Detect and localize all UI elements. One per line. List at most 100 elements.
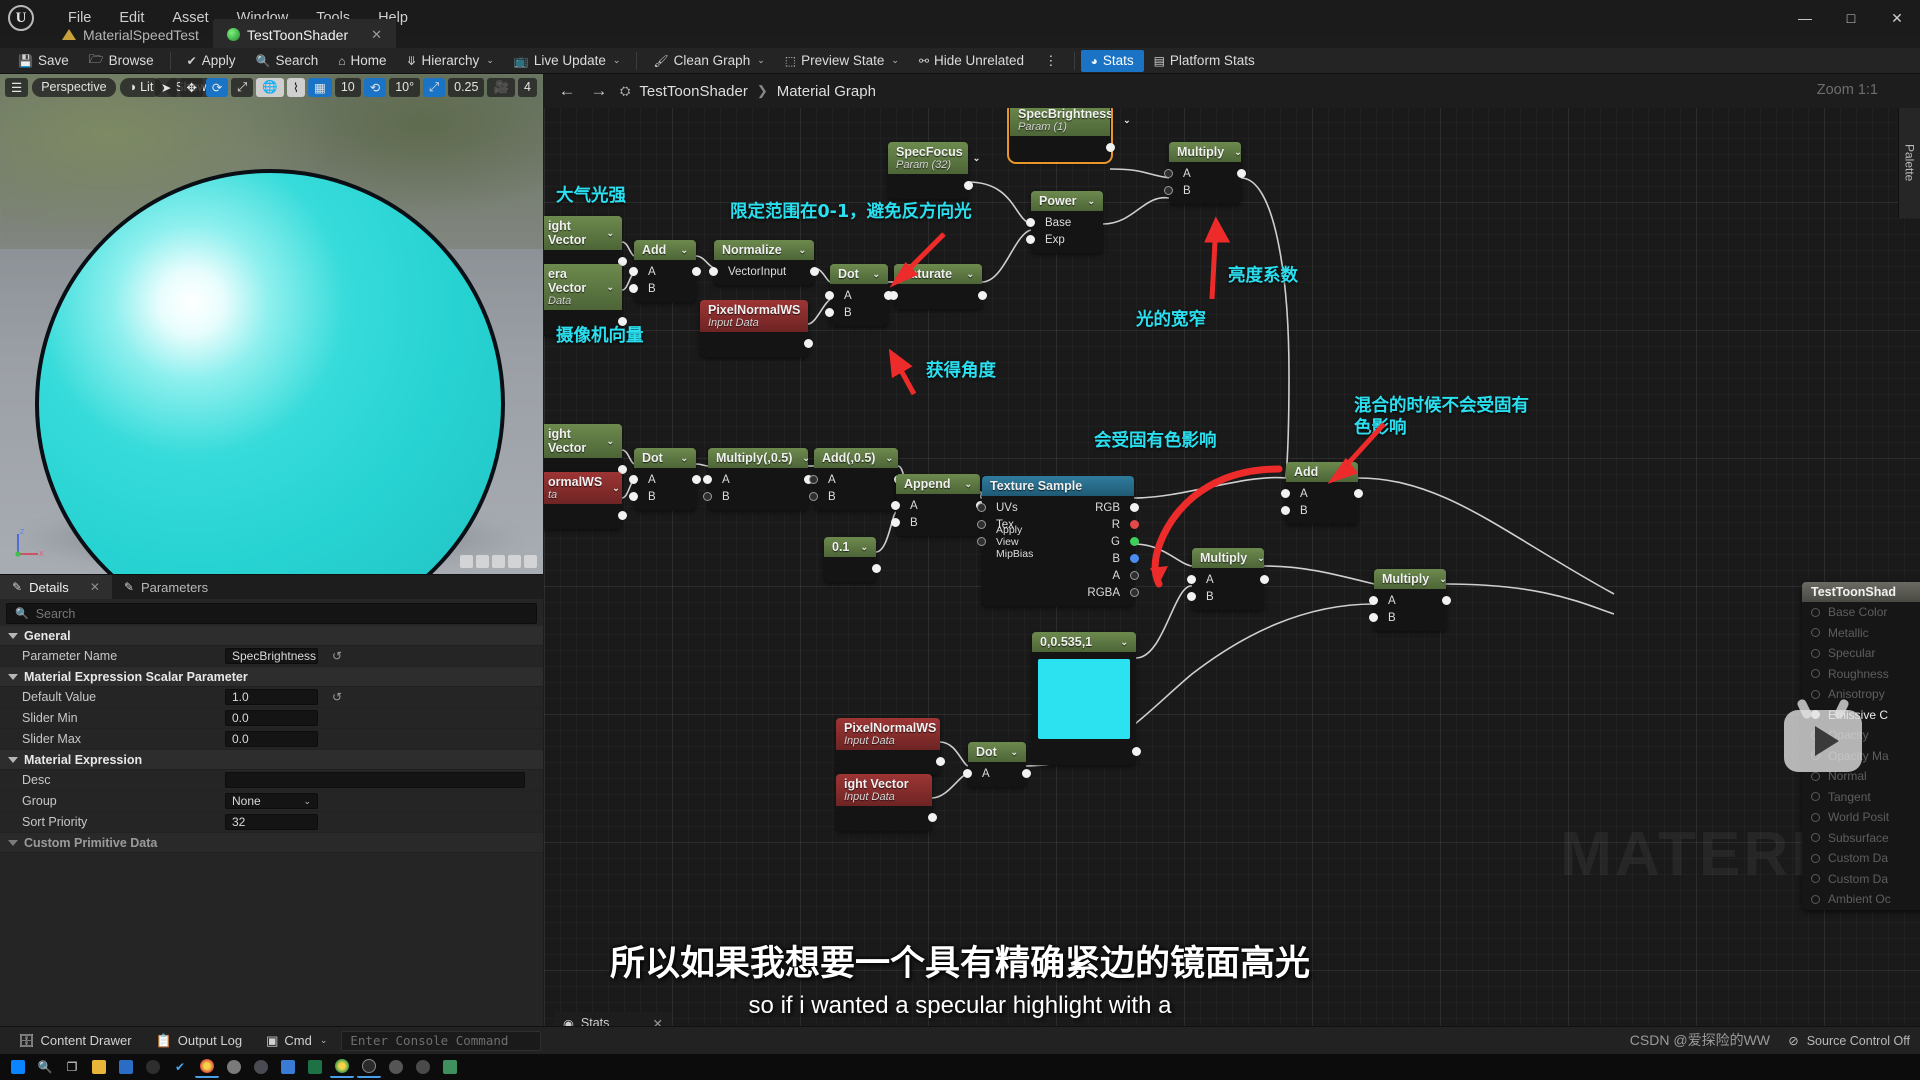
app-icon-gray[interactable]	[222, 1056, 246, 1078]
check-app-icon[interactable]: ✔	[168, 1056, 192, 1078]
toolbar-platform-stats-button[interactable]: ▤ Platform Stats	[1144, 50, 1265, 72]
layout-button-1[interactable]	[460, 555, 473, 568]
slider-max-field[interactable]: 0.0	[225, 731, 318, 747]
toolbar-hierarchy-button[interactable]: ⤋ Hierarchy ⌄	[396, 50, 503, 72]
clean-graph-icon: 🖌	[653, 53, 669, 68]
scale-snap-toggle[interactable]: ⤢	[423, 77, 446, 97]
label: Source Control Off	[1806, 1033, 1910, 1048]
cmd-dropdown[interactable]: ▣ Cmd ⌄	[256, 1030, 337, 1052]
unreal-editor-icon[interactable]	[357, 1056, 381, 1078]
excel-icon[interactable]	[303, 1056, 327, 1078]
section-general[interactable]: General	[0, 626, 543, 646]
details-search-box[interactable]: 🔍	[6, 603, 537, 624]
toolbar-hide-unrelated-button[interactable]: ⚯ Hide Unrelated	[909, 50, 1034, 72]
layout-button-5[interactable]	[524, 555, 537, 568]
chevron-down-icon[interactable]: ⌄	[757, 55, 765, 66]
toolbar-home-button[interactable]: ⌂ Home	[328, 50, 396, 72]
notes-app-icon[interactable]	[276, 1056, 300, 1078]
source-control-status[interactable]: ⊘ Source Control Off	[1788, 1033, 1910, 1049]
layout-button-2[interactable]	[476, 555, 489, 568]
toolbar-preview-state-button[interactable]: ⬚ Preview State ⌄	[775, 50, 909, 72]
surface-snap-icon[interactable]: ⌇	[286, 77, 305, 97]
camera-speed-value[interactable]: 4	[518, 77, 537, 97]
toolbar-save-button[interactable]: 💾 Save	[8, 50, 79, 72]
select-tool-icon[interactable]: ➤	[154, 77, 178, 97]
toolbar-apply-button[interactable]: ✔ Apply	[177, 50, 246, 72]
section-custom-primitive-data[interactable]: Custom Primitive Data	[0, 833, 543, 853]
property-label: Group	[22, 794, 57, 808]
tab-close-icon[interactable]: ✕	[371, 27, 382, 43]
chevron-down-icon[interactable]: ⌄	[486, 55, 494, 66]
maximize-button[interactable]: □	[1828, 0, 1874, 36]
toolbar-clean-graph-button[interactable]: 🖌 Clean Graph ⌄	[643, 50, 774, 72]
mic-app-icon[interactable]	[411, 1056, 435, 1078]
back-arrow-icon[interactable]: ←	[556, 81, 578, 101]
rotate-tool-icon[interactable]: ⟳	[205, 77, 229, 97]
console-command-input[interactable]: Enter Console Command	[341, 1030, 542, 1051]
section-title: Custom Primitive Data	[24, 835, 158, 850]
layout-button-4[interactable]	[508, 555, 521, 568]
toolbar-browse-button[interactable]: 🗁 Browse	[79, 50, 164, 72]
tab-materialspeedtest[interactable]: MaterialSpeedTest	[48, 19, 213, 50]
camera-speed-icon[interactable]: 🎥	[487, 77, 516, 97]
section-scalar-parameter[interactable]: Material Expression Scalar Parameter	[0, 667, 543, 687]
reset-icon[interactable]: ↺	[332, 649, 342, 663]
toolbar-label: Clean Graph	[673, 53, 751, 68]
details-search-input[interactable]	[35, 606, 528, 621]
tab-testtoonshader[interactable]: TestToonShader ✕	[212, 19, 397, 50]
toolbar-overflow-button[interactable]: ⋮	[1034, 50, 1068, 72]
toolbar-search-button[interactable]: 🔍 Search	[245, 50, 328, 72]
file-explorer-icon[interactable]	[87, 1056, 111, 1078]
group-dropdown[interactable]: None ⌄	[225, 793, 318, 809]
material-preview-viewport[interactable]: ☰ Perspective ◑ Lit Show ➤ ✥ ⟳ ⤢ 🌐 ⌇ ▦ 1…	[0, 74, 543, 574]
toolbar-live-update-button[interactable]: 📺 Live Update ⌄	[504, 50, 631, 72]
viewport-menu-button[interactable]: ☰	[5, 77, 29, 97]
green-app-icon[interactable]	[438, 1056, 462, 1078]
task-view-icon[interactable]: ❐	[60, 1056, 84, 1078]
scale-tool-icon[interactable]: ⤢	[231, 77, 254, 97]
chrome-icon[interactable]	[195, 1056, 219, 1078]
app-icon-blue[interactable]	[114, 1056, 138, 1078]
chevron-down-icon[interactable]: ⌄	[613, 55, 621, 66]
output-log-button[interactable]: 📋 Output Log	[146, 1030, 253, 1052]
material-graph-canvas[interactable]: ← → ⛭ TestToonShader ❯ Material Graph Zo…	[544, 74, 1920, 1040]
settings-app-icon[interactable]	[384, 1056, 408, 1078]
chrome-icon-2[interactable]	[330, 1056, 354, 1078]
sort-priority-field[interactable]: 32	[225, 814, 318, 830]
minimize-button[interactable]: —	[1782, 0, 1828, 36]
default-value-field[interactable]: 1.0	[225, 689, 318, 705]
csdn-watermark: CSDN @爱探险的WW	[1629, 1032, 1770, 1048]
layout-button-3[interactable]	[492, 555, 505, 568]
content-drawer-button[interactable]: 🗄 Content Drawer	[8, 1030, 142, 1052]
desc-field[interactable]	[225, 772, 525, 788]
viewport-perspective-button[interactable]: Perspective	[32, 77, 116, 97]
close-window-button[interactable]: ✕	[1874, 0, 1920, 36]
slider-min-field[interactable]: 0.0	[225, 710, 318, 726]
forward-arrow-icon[interactable]: →	[588, 81, 610, 101]
parameter-name-field[interactable]: SpecBrightness	[225, 648, 318, 664]
close-icon[interactable]: ✕	[90, 580, 100, 594]
breadcrumb-root[interactable]: TestToonShader	[639, 83, 747, 100]
unreal-icon-1[interactable]	[141, 1056, 165, 1078]
scale-snap-value[interactable]: 0.25	[448, 77, 485, 97]
tab-details[interactable]: ✎ Details ✕	[0, 575, 112, 599]
toolbar-stats-button[interactable]: ◕ Stats	[1080, 49, 1144, 72]
browse-icon: 🗁	[88, 52, 104, 66]
windows-start-icon[interactable]	[6, 1056, 30, 1078]
tab-parameters[interactable]: ✎ Parameters	[112, 575, 220, 599]
chevron-down-icon[interactable]: ⌄	[891, 55, 899, 66]
app-icon-dark[interactable]	[249, 1056, 273, 1078]
grid-size-value[interactable]: 10	[334, 77, 361, 97]
rotation-snap-toggle[interactable]: ⟲	[363, 77, 387, 97]
grid-snap-toggle[interactable]: ▦	[308, 77, 332, 97]
taskbar-search-icon[interactable]: 🔍	[33, 1056, 57, 1078]
video-play-overlay-icon[interactable]	[1784, 710, 1862, 772]
move-tool-icon[interactable]: ✥	[180, 77, 203, 97]
reset-icon[interactable]: ↺	[332, 690, 342, 704]
pencil-icon: ✎	[12, 580, 23, 594]
rotation-snap-value[interactable]: 10°	[389, 77, 421, 97]
world-space-icon[interactable]: 🌐	[256, 77, 284, 97]
search-icon: 🔍	[15, 608, 29, 620]
property-default-value: Default Value 1.0 ↺	[0, 687, 543, 708]
section-material-expression[interactable]: Material Expression	[0, 750, 543, 770]
